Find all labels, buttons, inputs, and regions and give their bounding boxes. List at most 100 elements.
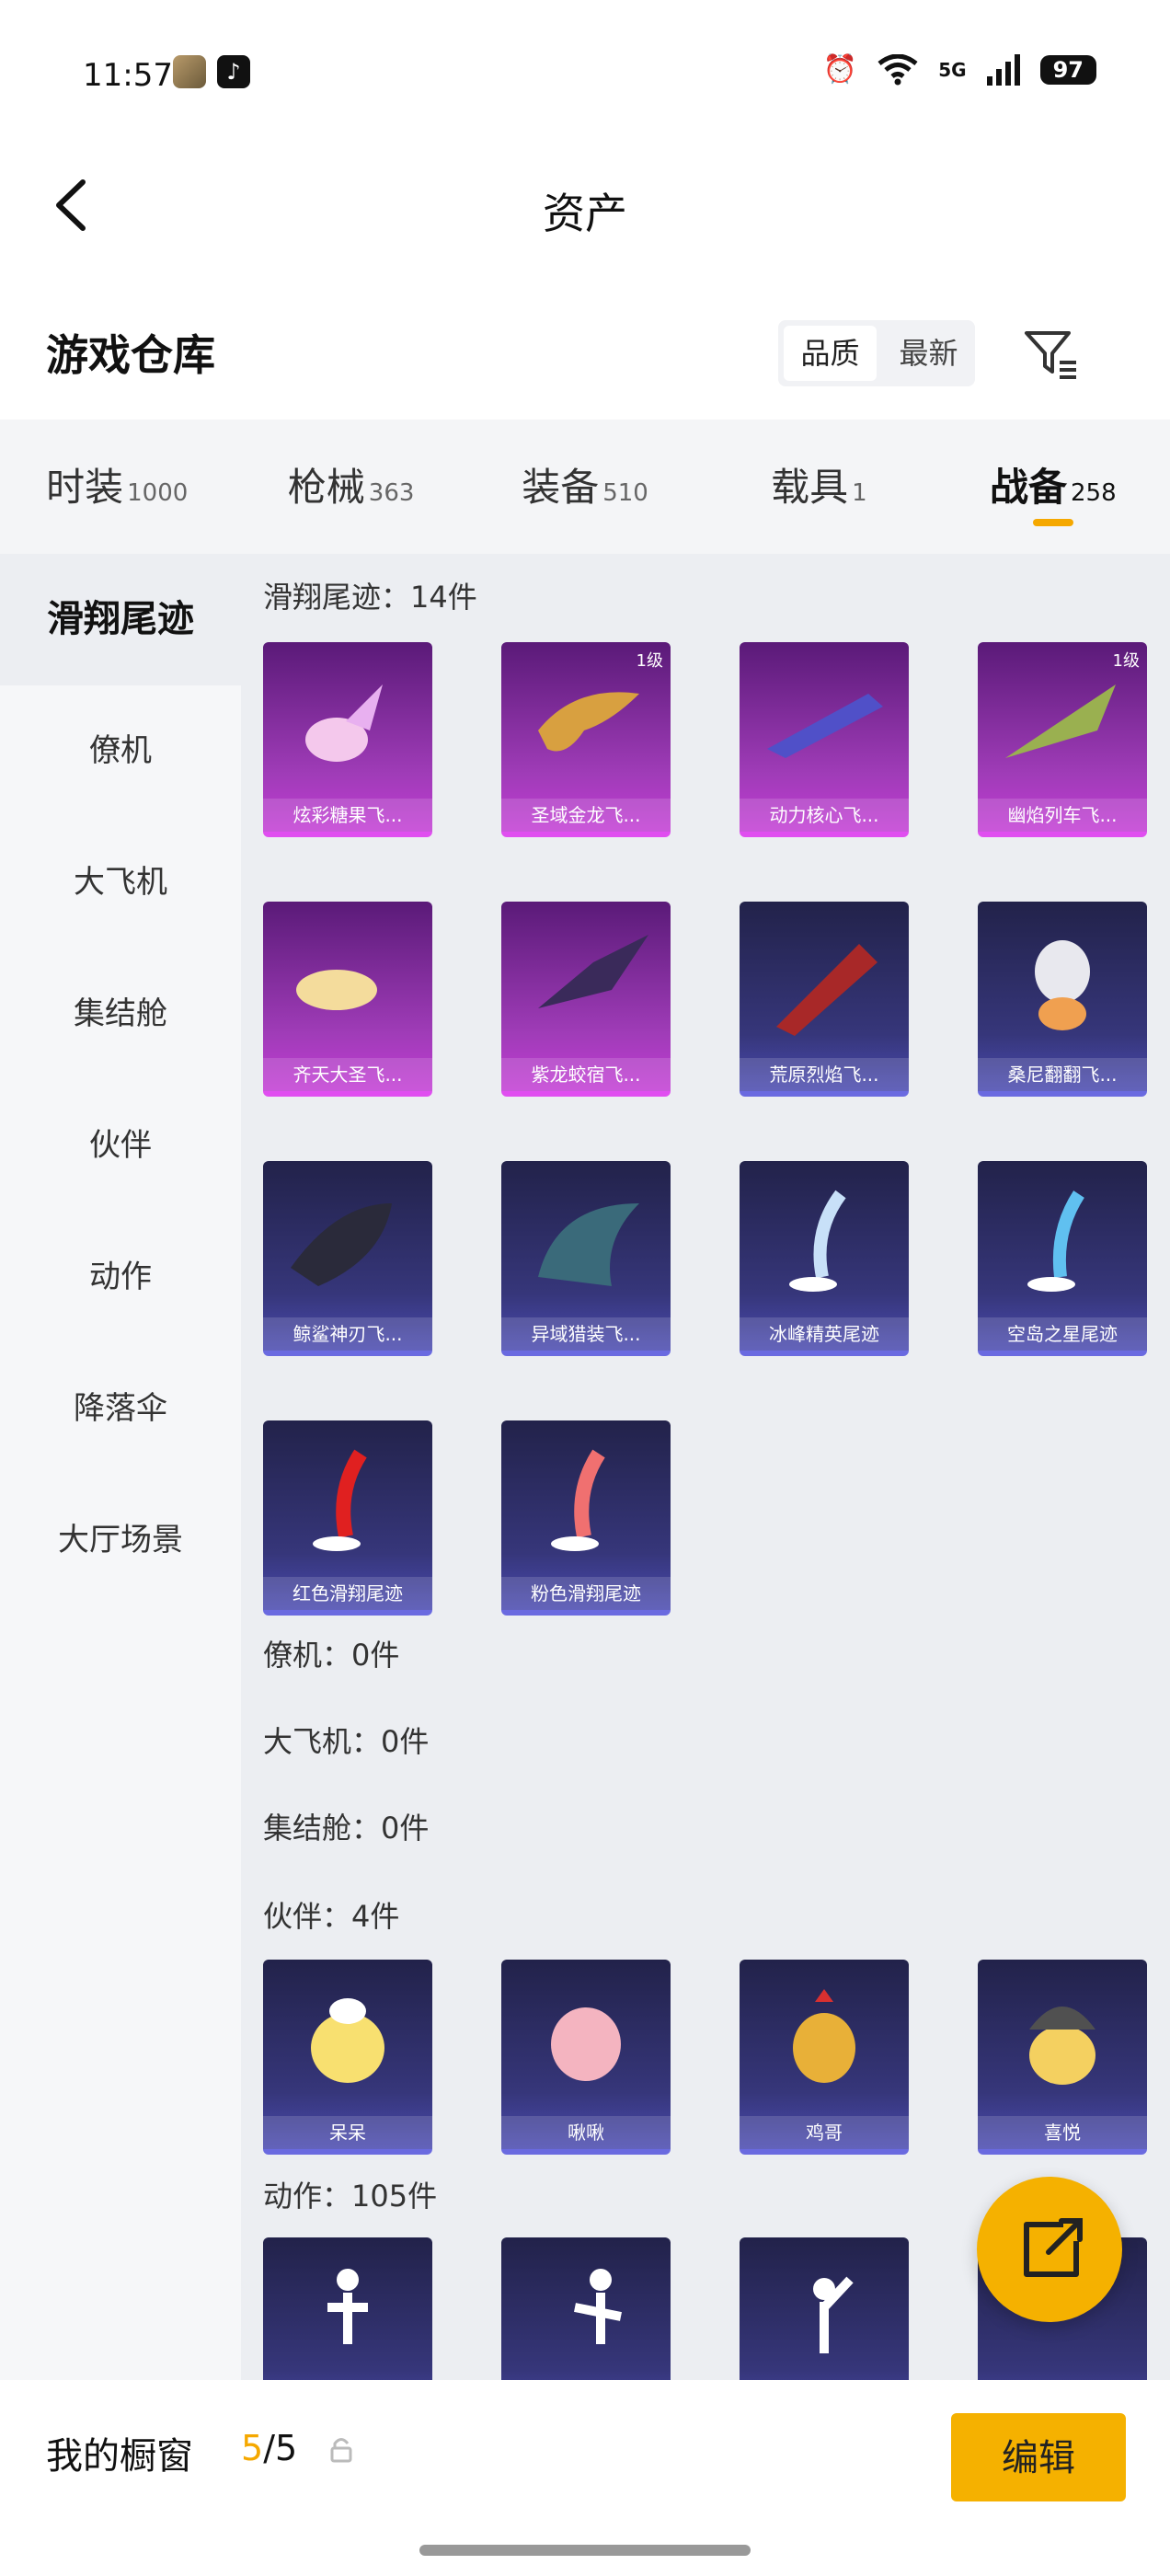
battery-indicator: 97	[1039, 54, 1096, 85]
item-card[interactable]: 鲸鲨神刃飞...	[263, 1161, 432, 1356]
item-name: 幽焰列车飞...	[978, 799, 1147, 832]
item-card[interactable]: 啾啾	[501, 1960, 671, 2155]
item-card[interactable]: 鸡哥	[740, 1960, 909, 2155]
sidebar-item-trail[interactable]: 滑翔尾迹	[0, 554, 241, 685]
sidebar-item-parachute[interactable]: 降落伞	[0, 1343, 241, 1475]
section-title-pod: 集结舱：0件	[263, 1811, 430, 1846]
tiktok-app-icon: ♪	[217, 55, 250, 88]
item-name: 鸡哥	[740, 2116, 909, 2149]
whale-blade-art	[291, 1203, 392, 1286]
item-card[interactable]	[263, 2237, 432, 2380]
page-title: 资产	[543, 189, 627, 238]
item-card[interactable]: 喜悦	[978, 1960, 1147, 2155]
status-right: ⏰ 5G 97	[823, 53, 1096, 86]
sort-quality-button[interactable]: 品质	[784, 326, 877, 381]
tab-label: 载具	[771, 465, 849, 510]
section-title-trail: 滑翔尾迹：14件	[263, 580, 477, 615]
section-title-plane: 大飞机：0件	[263, 1724, 430, 1759]
wasteland-blaze-art	[776, 944, 878, 1036]
warehouse-header: 游戏仓库 品质 最新	[0, 304, 1170, 405]
tab-equipment[interactable]: 装备 510	[468, 420, 702, 554]
tab-label: 战备	[990, 465, 1068, 510]
tab-label: 装备	[522, 465, 600, 510]
sidebar-item-lobby-scene[interactable]: 大厅场景	[0, 1475, 241, 1606]
section-title-wingman: 僚机：0件	[263, 1638, 400, 1673]
share-fab[interactable]	[977, 2177, 1122, 2322]
item-card[interactable]: 红色滑翔尾迹	[263, 1420, 432, 1616]
ice-peak-trail-art	[789, 1190, 846, 1292]
tab-count: 510	[602, 479, 648, 507]
ghost-train-art	[1005, 684, 1116, 758]
red-trail-art	[313, 1449, 367, 1551]
item-name: 齐天大圣飞...	[263, 1058, 432, 1091]
tab-weapons[interactable]: 枪械 363	[234, 420, 467, 554]
item-card[interactable]: 紫龙蛟宿飞...	[501, 902, 671, 1097]
sidebar-item-pod[interactable]: 集结舱	[0, 949, 241, 1080]
item-card[interactable]: 荒原烈焰飞...	[740, 902, 909, 1097]
chick-art	[311, 1998, 384, 2083]
filter-icon[interactable]	[1021, 324, 1082, 385]
item-card[interactable]: 1级 幽焰列车飞...	[978, 642, 1147, 837]
showcase-label: 我的橱窗	[46, 2435, 193, 2478]
item-card[interactable]: 冰峰精英尾迹	[740, 1161, 909, 1356]
item-card[interactable]: 动力核心飞...	[740, 642, 909, 837]
item-name: 喜悦	[978, 2116, 1147, 2149]
tab-vehicles[interactable]: 载具 1	[702, 420, 935, 554]
item-card[interactable]: 桑尼翻翻飞...	[978, 902, 1147, 1097]
status-bar: 11:57 ♪ ⏰ 5G 97	[0, 0, 1170, 147]
dance-figure-art	[327, 2269, 368, 2344]
top-header: 资产	[0, 156, 1170, 258]
helmet-chick-art	[1029, 2007, 1095, 2085]
tab-fashion[interactable]: 时装 1000	[0, 420, 234, 554]
item-card[interactable]: 呆呆	[263, 1960, 432, 2155]
item-name: 圣域金龙飞...	[501, 799, 671, 832]
category-tabs: 时装 1000 枪械 363 装备 510 载具 1 战备 258	[0, 420, 1170, 554]
share-icon	[1024, 2218, 1083, 2277]
sidebar-item-partner[interactable]: 伙伴	[0, 1080, 241, 1212]
lock-icon	[330, 2438, 352, 2463]
wifi-icon	[878, 53, 918, 85]
item-name: 冰峰精英尾迹	[740, 1317, 909, 1351]
sidebar-item-plane[interactable]: 大飞机	[0, 817, 241, 949]
status-time: 11:57	[83, 57, 173, 94]
item-card[interactable]: 粉色滑翔尾迹	[501, 1420, 671, 1616]
item-card[interactable]: 1级 圣域金龙飞...	[501, 642, 671, 837]
pink-bird-art	[551, 2007, 621, 2081]
warehouse-title: 游戏仓库	[46, 330, 215, 380]
monkey-king-cloud-art	[296, 970, 377, 1010]
tab-count: 258	[1071, 479, 1117, 507]
showcase-count: 5/5	[241, 2428, 297, 2468]
item-card[interactable]: 齐天大圣飞...	[263, 902, 432, 1097]
sky-island-star-trail-art	[1027, 1190, 1084, 1292]
tab-battle-gear[interactable]: 战备 258	[936, 420, 1170, 554]
item-card[interactable]	[740, 2237, 909, 2380]
item-name: 呆呆	[263, 2116, 432, 2149]
category-sidebar: 滑翔尾迹 僚机 大飞机 集结舱 伙伴 动作 降落伞 大厅场景	[0, 554, 241, 2380]
sort-toggle: 品质 最新	[778, 320, 975, 386]
tab-label: 枪械	[287, 465, 365, 510]
item-name: 动力核心飞...	[740, 799, 909, 832]
tab-count: 1	[852, 479, 867, 507]
power-core-art	[767, 694, 883, 758]
alarm-icon: ⏰	[822, 53, 858, 86]
item-card[interactable]: 炫彩糖果飞...	[263, 642, 432, 837]
golden-dragon-art	[538, 692, 639, 752]
item-name: 炫彩糖果飞...	[263, 799, 432, 832]
edit-button[interactable]: 编辑	[951, 2413, 1126, 2501]
pink-trail-art	[551, 1449, 605, 1551]
sidebar-item-wingman[interactable]: 僚机	[0, 685, 241, 817]
item-card[interactable]: 空岛之星尾迹	[978, 1161, 1147, 1356]
item-card[interactable]: 异域猎装飞...	[501, 1161, 671, 1356]
sidebar-item-action[interactable]: 动作	[0, 1212, 241, 1343]
pose-figure-art	[574, 2269, 622, 2344]
purple-dragon-art	[538, 935, 648, 1008]
sort-latest-button[interactable]: 最新	[882, 320, 975, 386]
home-indicator[interactable]	[419, 2545, 751, 2556]
item-name: 粉色滑翔尾迹	[501, 1577, 671, 1610]
item-name: 荒原烈焰飞...	[740, 1058, 909, 1091]
tab-count: 363	[368, 479, 415, 507]
items-panel: 滑翔尾迹：14件 炫彩糖果飞... 1级 圣域金龙飞... 动力核心飞... 1…	[241, 554, 1170, 2380]
item-name: 空岛之星尾迹	[978, 1317, 1147, 1351]
item-name: 啾啾	[501, 2116, 671, 2149]
item-card[interactable]	[501, 2237, 671, 2380]
